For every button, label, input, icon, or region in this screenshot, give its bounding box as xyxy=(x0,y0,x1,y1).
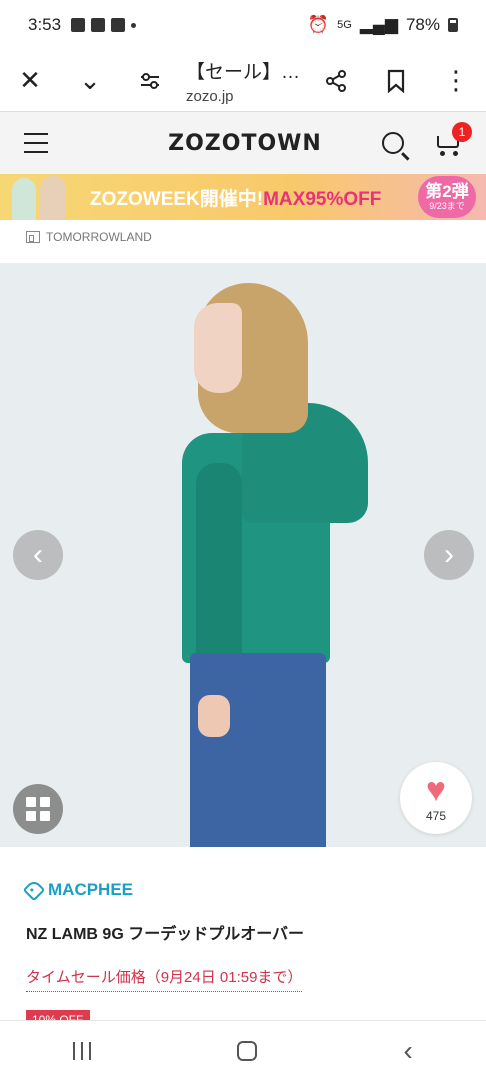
banner-text-accent: MAX95%OFF xyxy=(263,188,382,210)
promo-banner[interactable]: ZOZOWEEK開催中!MAX95%OFF 第2弾 9/23まで xyxy=(0,174,486,220)
chevron-right-icon: › xyxy=(444,538,454,571)
menu-icon[interactable] xyxy=(24,133,48,153)
recents-button[interactable] xyxy=(73,1041,92,1060)
brand-link[interactable]: MACPHEE xyxy=(22,878,134,902)
network-label: 5G xyxy=(337,19,352,31)
page-url: zozo.jp xyxy=(186,87,234,105)
product-name: NZ LAMB 9G フーデッドプルオーバー xyxy=(26,926,305,943)
system-icons: ⏰ 5G ▂▄▆ 78% xyxy=(308,15,458,35)
home-button[interactable] xyxy=(237,1040,258,1061)
share-icon[interactable] xyxy=(306,50,366,112)
more-dot-icon xyxy=(131,22,137,28)
site-logo[interactable]: ZOZOTOWN xyxy=(168,131,322,156)
alarm-icon: ⏰ xyxy=(307,15,330,34)
shop-name: TOMORROWLAND xyxy=(46,230,152,244)
product-image[interactable] xyxy=(0,263,486,847)
image-grid-button[interactable] xyxy=(13,784,63,834)
heart-icon: ♥ xyxy=(425,771,447,809)
next-image-button[interactable]: › xyxy=(424,530,474,580)
notification-icons xyxy=(71,18,137,32)
battery-icon xyxy=(448,18,458,32)
shop-icon xyxy=(26,231,40,243)
signal-icon: ▂▄▆ xyxy=(359,15,398,34)
time-sale-label[interactable]: タイムセール価格（9月24日 01:59まで） xyxy=(26,966,303,992)
cart-badge: 1 xyxy=(451,122,472,142)
status-bar: 3:53 ⏰ 5G ▂▄▆ 78% xyxy=(0,0,486,50)
page-title-block[interactable]: 【セール】… zozo.jp xyxy=(180,57,306,105)
banner-round-date: 9/23まで xyxy=(429,201,465,211)
chevron-down-icon[interactable]: ⌄ xyxy=(60,50,120,112)
favorite-count: 475 xyxy=(425,809,447,823)
mail-icon xyxy=(91,18,106,32)
shop-link[interactable]: TOMORROWLAND xyxy=(26,230,152,244)
search-icon[interactable] xyxy=(381,132,404,154)
page-settings-icon[interactable] xyxy=(120,50,180,112)
gallery-icon xyxy=(71,18,86,32)
more-menu-icon[interactable]: ⋮ xyxy=(426,50,486,112)
favorite-button[interactable]: ♥ 475 xyxy=(400,762,472,834)
banner-text-main: ZOZOWEEK開催中! xyxy=(90,188,264,210)
bookmark-icon[interactable] xyxy=(366,50,426,112)
banner-text: ZOZOWEEK開催中!MAX95%OFF xyxy=(90,184,381,211)
page-title: 【セール】… xyxy=(186,61,301,83)
clock: 3:53 xyxy=(28,15,62,34)
banner-round-main: 第2弾 xyxy=(425,182,469,201)
banner-round-badge: 第2弾 9/23まで xyxy=(418,176,476,218)
tag-icon xyxy=(22,878,46,902)
banner-people-image xyxy=(0,174,80,220)
back-button[interactable]: ‹ xyxy=(404,1036,413,1065)
brand-name: MACPHEE xyxy=(48,880,134,899)
battery-percent: 78% xyxy=(405,15,440,34)
prev-image-button[interactable]: ‹ xyxy=(13,530,63,580)
system-nav-bar: ‹ xyxy=(0,1020,486,1080)
news-icon xyxy=(111,18,126,32)
browser-toolbar: ✕ ⌄ 【セール】… zozo.jp ⋮ xyxy=(0,50,486,112)
close-icon[interactable]: ✕ xyxy=(0,50,60,112)
chevron-left-icon: ‹ xyxy=(33,538,43,571)
site-header: ZOZOTOWN 1 xyxy=(0,112,486,174)
cart-icon[interactable]: 1 xyxy=(434,122,472,156)
